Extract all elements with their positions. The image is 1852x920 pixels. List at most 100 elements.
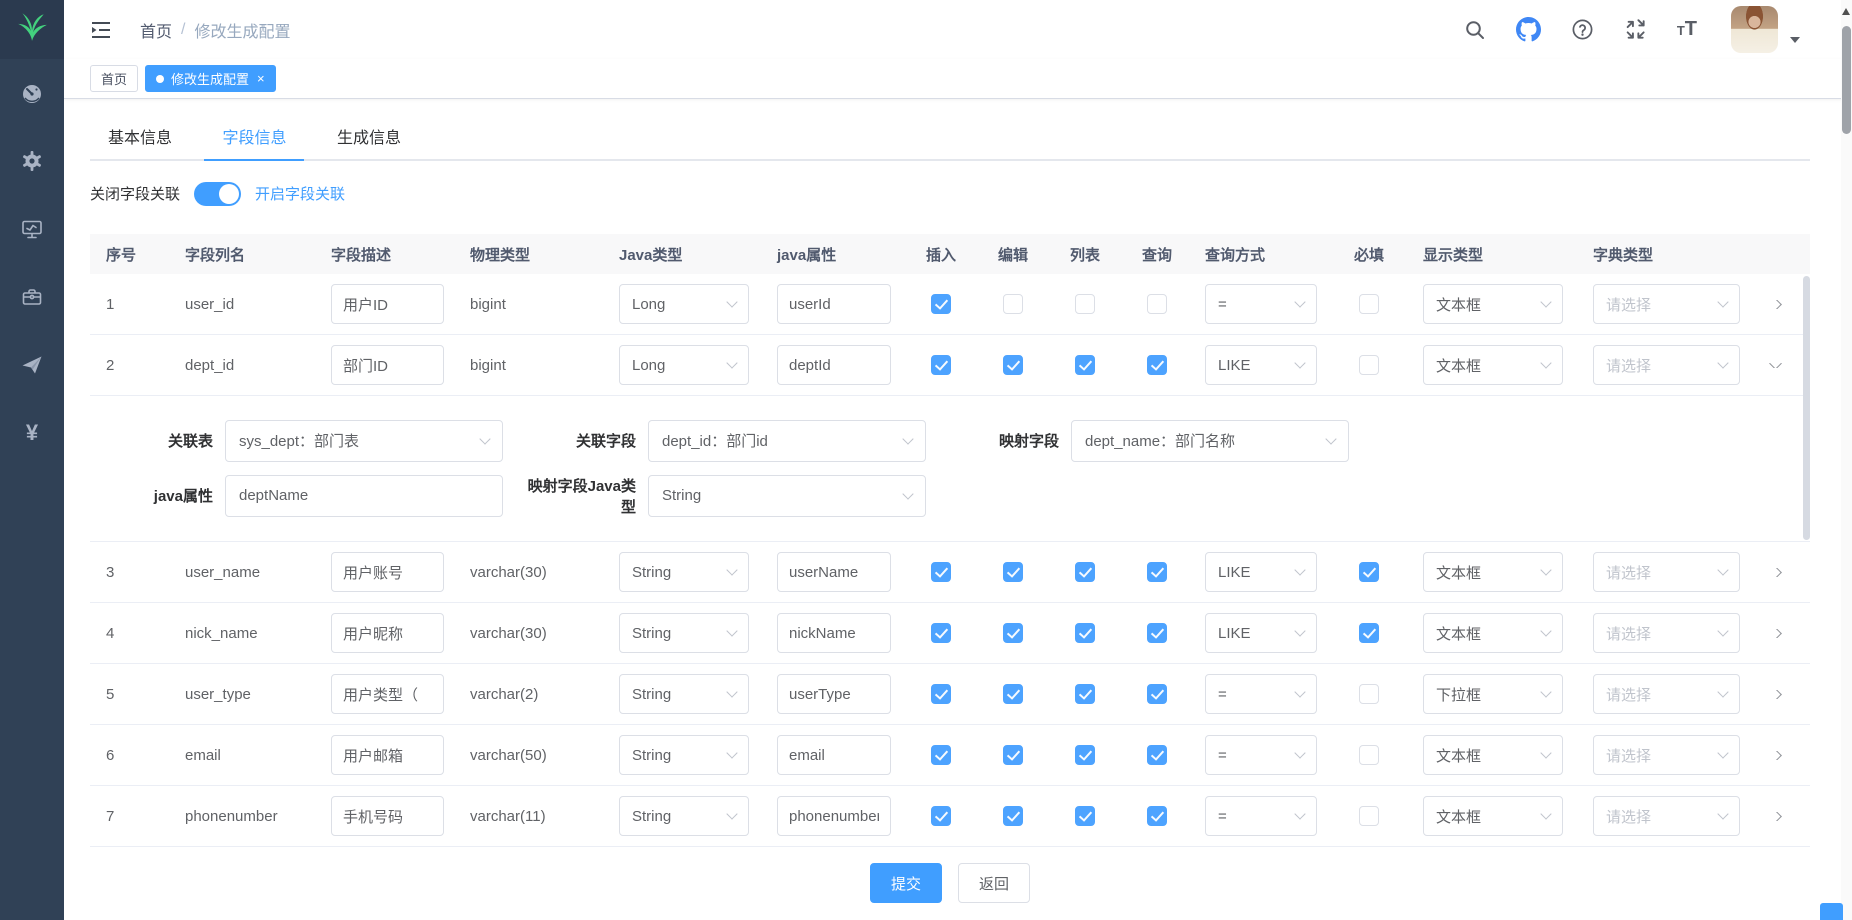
- query-mode-select[interactable]: =: [1205, 284, 1317, 324]
- java-prop-input[interactable]: [777, 284, 891, 324]
- java-type-select[interactable]: Long: [619, 345, 749, 385]
- required-checkbox[interactable]: [1359, 623, 1379, 643]
- query-checkbox[interactable]: [1147, 355, 1167, 375]
- query-mode-select[interactable]: =: [1205, 735, 1317, 775]
- expand-row-icon[interactable]: [1769, 812, 1782, 821]
- java-type-select[interactable]: String: [619, 735, 749, 775]
- display-type-select[interactable]: 文本框: [1423, 345, 1563, 385]
- expand-row-icon[interactable]: [1769, 568, 1782, 577]
- dict-type-select[interactable]: 请选择: [1593, 735, 1740, 775]
- relation-table-select[interactable]: sys_dept：部门表: [225, 420, 503, 462]
- query-checkbox[interactable]: [1147, 623, 1167, 643]
- field-desc-input[interactable]: [331, 735, 444, 775]
- java-type-select[interactable]: String: [619, 796, 749, 836]
- list-checkbox[interactable]: [1075, 684, 1095, 704]
- display-type-select[interactable]: 文本框: [1423, 613, 1563, 653]
- field-desc-input[interactable]: [331, 284, 444, 324]
- tab-field-info[interactable]: 字段信息: [204, 118, 304, 161]
- sidebar-item-pay[interactable]: ¥: [0, 399, 64, 467]
- edit-checkbox[interactable]: [1003, 684, 1023, 704]
- query-checkbox[interactable]: [1147, 684, 1167, 704]
- github-icon[interactable]: [1516, 17, 1541, 42]
- required-checkbox[interactable]: [1359, 562, 1379, 582]
- query-mode-select[interactable]: =: [1205, 796, 1317, 836]
- required-checkbox[interactable]: [1359, 355, 1379, 375]
- submit-button[interactable]: 提交: [870, 863, 942, 903]
- field-desc-input[interactable]: [331, 345, 444, 385]
- tag-home[interactable]: 首页: [90, 65, 138, 92]
- mapping-java-prop-input[interactable]: [225, 475, 503, 517]
- insert-checkbox[interactable]: [931, 294, 951, 314]
- edit-checkbox[interactable]: [1003, 745, 1023, 765]
- query-checkbox[interactable]: [1147, 562, 1167, 582]
- list-checkbox[interactable]: [1075, 355, 1095, 375]
- list-checkbox[interactable]: [1075, 806, 1095, 826]
- page-scrollbar-thumb[interactable]: [1842, 26, 1851, 134]
- edit-checkbox[interactable]: [1003, 806, 1023, 826]
- edit-checkbox[interactable]: [1003, 355, 1023, 375]
- expand-row-icon[interactable]: [1769, 363, 1782, 368]
- app-logo[interactable]: [0, 0, 64, 59]
- mapping-field-select[interactable]: dept_name：部门名称: [1071, 420, 1349, 462]
- expand-row-icon[interactable]: [1769, 300, 1782, 309]
- expand-row-icon[interactable]: [1769, 751, 1782, 760]
- insert-checkbox[interactable]: [931, 745, 951, 765]
- back-button[interactable]: 返回: [958, 863, 1030, 903]
- list-checkbox[interactable]: [1075, 623, 1095, 643]
- insert-checkbox[interactable]: [931, 355, 951, 375]
- relation-field-select[interactable]: dept_id：部门id: [648, 420, 926, 462]
- java-type-select[interactable]: String: [619, 552, 749, 592]
- expand-row-icon[interactable]: [1769, 629, 1782, 638]
- tag-close-icon[interactable]: ×: [257, 72, 265, 85]
- java-prop-input[interactable]: [777, 796, 891, 836]
- query-mode-select[interactable]: LIKE: [1205, 345, 1317, 385]
- edit-checkbox[interactable]: [1003, 294, 1023, 314]
- edit-checkbox[interactable]: [1003, 562, 1023, 582]
- java-prop-input[interactable]: [777, 613, 891, 653]
- field-desc-input[interactable]: [331, 552, 444, 592]
- java-prop-input[interactable]: [777, 735, 891, 775]
- required-checkbox[interactable]: [1359, 294, 1379, 314]
- relation-toggle-switch[interactable]: [194, 182, 241, 206]
- query-mode-select[interactable]: LIKE: [1205, 613, 1317, 653]
- query-checkbox[interactable]: [1147, 806, 1167, 826]
- java-prop-input[interactable]: [777, 674, 891, 714]
- required-checkbox[interactable]: [1359, 684, 1379, 704]
- query-checkbox[interactable]: [1147, 294, 1167, 314]
- java-prop-input[interactable]: [777, 345, 891, 385]
- display-type-select[interactable]: 文本框: [1423, 796, 1563, 836]
- edit-checkbox[interactable]: [1003, 623, 1023, 643]
- insert-checkbox[interactable]: [931, 623, 951, 643]
- sidebar-item-monitor[interactable]: [0, 195, 64, 263]
- tag-current-page[interactable]: 修改生成配置 ×: [145, 65, 276, 92]
- list-checkbox[interactable]: [1075, 562, 1095, 582]
- display-type-select[interactable]: 文本框: [1423, 552, 1563, 592]
- java-prop-input[interactable]: [777, 552, 891, 592]
- field-desc-input[interactable]: [331, 613, 444, 653]
- display-type-select[interactable]: 文本框: [1423, 284, 1563, 324]
- insert-checkbox[interactable]: [931, 562, 951, 582]
- insert-checkbox[interactable]: [931, 806, 951, 826]
- font-size-icon[interactable]: TT: [1677, 18, 1697, 41]
- dict-type-select[interactable]: 请选择: [1593, 284, 1740, 324]
- avatar-caret-down-icon[interactable]: [1790, 37, 1800, 48]
- insert-checkbox[interactable]: [931, 684, 951, 704]
- breadcrumb-home[interactable]: 首页: [140, 18, 172, 42]
- java-type-select[interactable]: String: [619, 613, 749, 653]
- question-icon[interactable]: [1571, 18, 1594, 41]
- tab-generate-info[interactable]: 生成信息: [319, 118, 419, 161]
- sidebar-item-dashboard[interactable]: [0, 59, 64, 127]
- back-top-button[interactable]: [1820, 903, 1843, 920]
- dict-type-select[interactable]: 请选择: [1593, 613, 1740, 653]
- sidebar-item-system[interactable]: [0, 127, 64, 195]
- sidebar-fold-icon[interactable]: [90, 19, 112, 41]
- dict-type-select[interactable]: 请选择: [1593, 552, 1740, 592]
- required-checkbox[interactable]: [1359, 806, 1379, 826]
- user-avatar[interactable]: [1731, 6, 1778, 53]
- display-type-select[interactable]: 文本框: [1423, 735, 1563, 775]
- dict-type-select[interactable]: 请选择: [1593, 674, 1740, 714]
- list-checkbox[interactable]: [1075, 294, 1095, 314]
- table-scrollbar-thumb[interactable]: [1803, 276, 1810, 540]
- sidebar-item-send[interactable]: [0, 331, 64, 399]
- java-type-select[interactable]: String: [619, 674, 749, 714]
